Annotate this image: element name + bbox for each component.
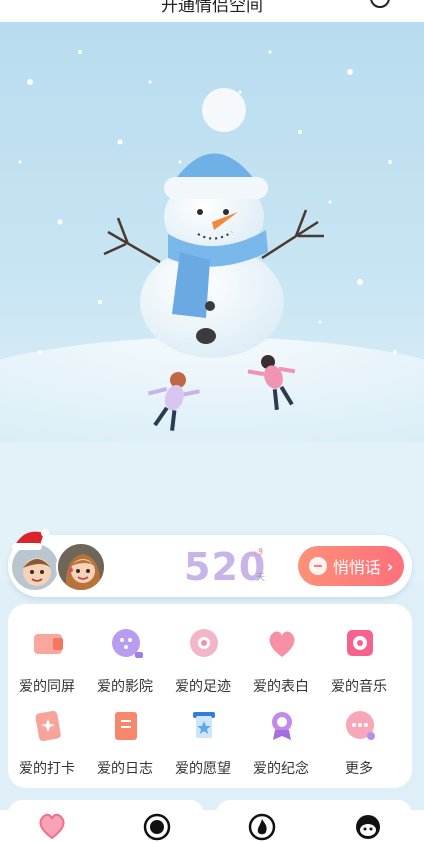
- feature-label: 爱的日志: [97, 761, 153, 777]
- feature-item-music[interactable]: 爱的音乐: [320, 614, 398, 695]
- bottom-tab-bar: [0, 810, 424, 842]
- music-icon: [347, 630, 373, 656]
- feature-label: 更多: [345, 761, 373, 777]
- footprint-icon: [190, 629, 218, 657]
- top-bar: 开通情侣空间: [0, 0, 424, 22]
- heart-tab-icon[interactable]: [36, 812, 68, 842]
- feature-item-footprint[interactable]: 爱的足迹: [164, 614, 242, 695]
- feature-label: 爱的音乐: [331, 679, 387, 695]
- girl-avatar[interactable]: [56, 542, 106, 592]
- profile-tab-icon[interactable]: [352, 812, 384, 842]
- feature-item-diary[interactable]: 爱的日志: [86, 696, 164, 777]
- more-icon: [346, 711, 375, 740]
- page-title: 开通情侣空间: [161, 0, 263, 16]
- feature-item-cinema[interactable]: 爱的影院: [86, 614, 164, 695]
- snowman-wallpaper: [0, 22, 424, 582]
- wish-icon: [193, 712, 215, 738]
- screen-share-icon: [34, 634, 63, 654]
- feature-label: 爱的足迹: [175, 679, 231, 695]
- couple-info-bar: 520 ٯ 天 悄悄话 ›: [8, 529, 412, 597]
- feature-item-medal[interactable]: 爱的纪念: [242, 696, 320, 777]
- fire-tab-icon[interactable]: [246, 812, 278, 842]
- feature-item-screen-share[interactable]: 爱的同屏: [8, 614, 86, 695]
- heart-icon: [269, 631, 295, 657]
- feature-item-checkin[interactable]: 爱的打卡: [8, 696, 86, 777]
- feature-item-heart[interactable]: 爱的表白: [242, 614, 320, 695]
- chat-tab-icon[interactable]: [141, 812, 173, 842]
- feature-label: 爱的表白: [253, 679, 309, 695]
- feature-label: 爱的打卡: [19, 761, 75, 777]
- feature-label: 爱的同屏: [19, 679, 75, 695]
- medal-icon: [272, 712, 292, 740]
- diary-icon: [115, 712, 137, 740]
- cinema-icon: [112, 629, 143, 658]
- sparkle-icon: ٯ: [254, 543, 264, 557]
- feature-item-more[interactable]: 更多: [320, 696, 398, 777]
- checkin-icon: [35, 710, 61, 742]
- boy-avatar-illustration: [23, 558, 51, 586]
- girl-avatar-illustration: [65, 554, 101, 590]
- whisper-button[interactable]: 悄悄话 ›: [298, 546, 404, 586]
- santa-hat-icon: [12, 529, 49, 550]
- winter-scene-illustration: [0, 50, 424, 582]
- feature-label: 爱的影院: [97, 679, 153, 695]
- feature-item-wish[interactable]: 爱的愿望: [164, 696, 242, 777]
- feature-label: 爱的愿望: [175, 761, 231, 777]
- feature-label: 爱的纪念: [253, 761, 309, 777]
- days-unit: 天: [256, 573, 266, 583]
- message-bubble-icon: [308, 557, 327, 575]
- feature-grid: 爱的同屏 爱的影院 爱的足迹 爱的表白 爱的音乐爱的打卡 爱的日志 爱的愿望 爱的纪念 更多: [8, 604, 412, 788]
- chevron-right-icon: ›: [386, 556, 394, 576]
- whisper-label: 悄悄话: [332, 558, 381, 577]
